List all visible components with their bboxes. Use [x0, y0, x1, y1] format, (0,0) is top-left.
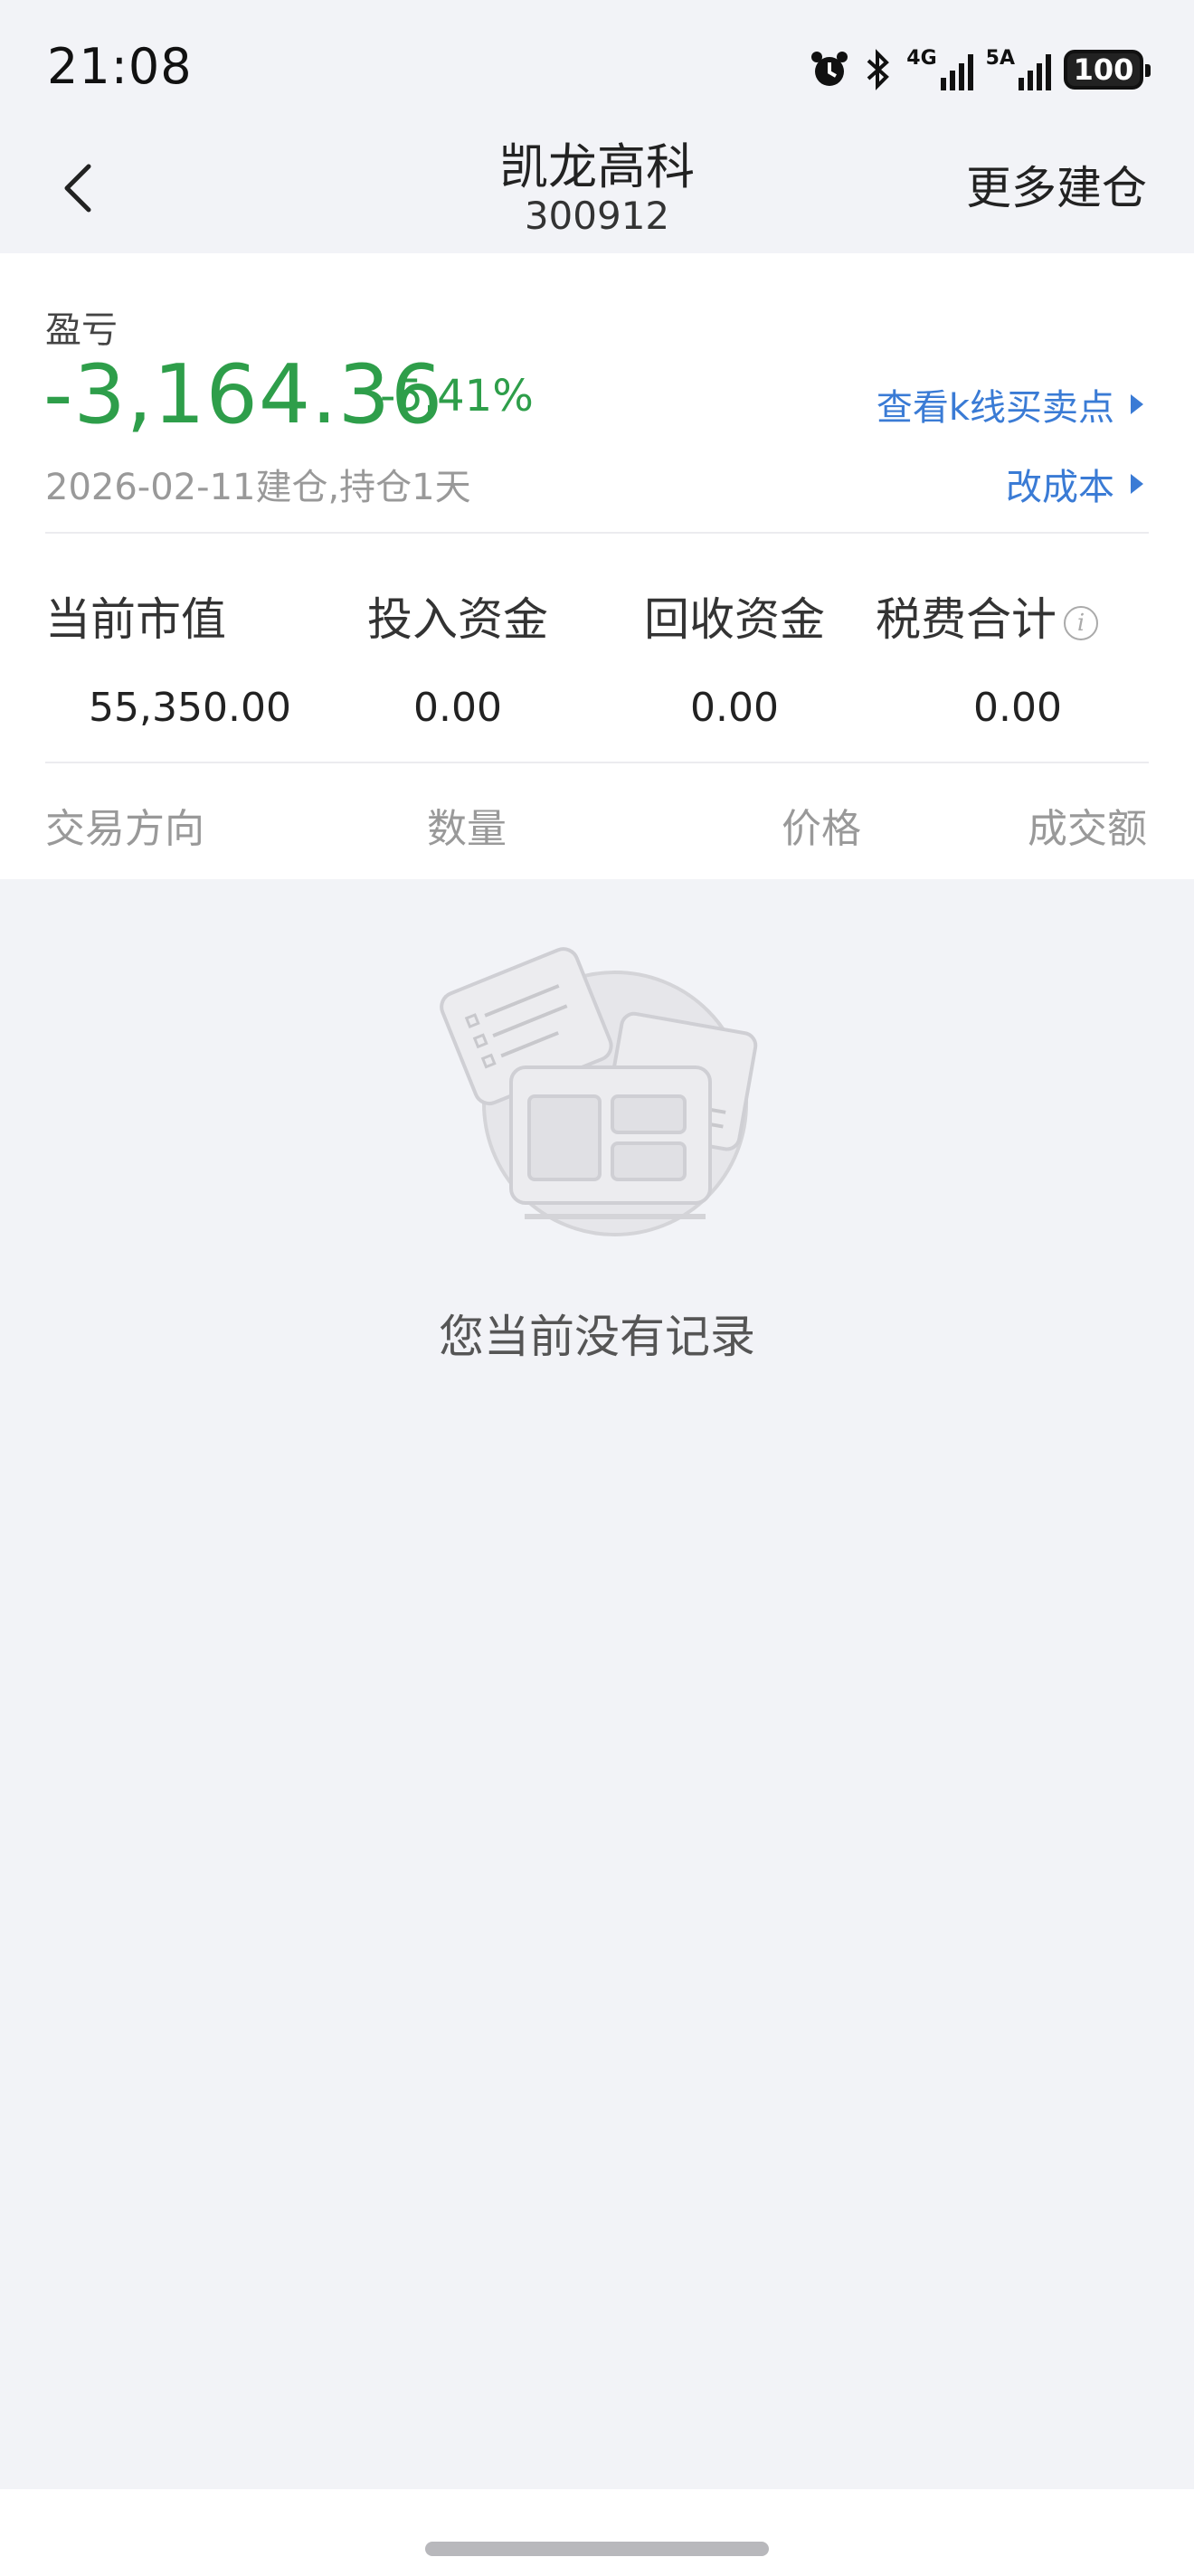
stat-value: 0.00 [413, 685, 502, 731]
status-time: 21:08 [47, 38, 193, 95]
header: 凯龙高科 300912 更多建仓 [0, 118, 1194, 253]
column-direction: 交易方向 [45, 806, 204, 852]
kline-points-label: 查看k线买卖点 [876, 387, 1114, 429]
stat-value: 0.00 [690, 685, 779, 731]
stat-fees: 税费合计 i 0.00 [876, 583, 1147, 731]
divider [45, 762, 1149, 763]
stat-label: 回收资金 [644, 593, 825, 646]
stat-recovered: 回收资金 0.00 [599, 583, 870, 731]
stats-row: 当前市值 55,350.00 投入资金 0.00 回收资金 0.00 税费合计 i… [0, 583, 1194, 731]
more-positions-button[interactable]: 更多建仓 [966, 152, 1147, 217]
signal-4g-icon: 4G [906, 47, 973, 90]
network-label-1: 4G [906, 47, 937, 70]
stat-invested: 投入资金 0.00 [322, 583, 593, 731]
info-icon[interactable]: i [1064, 605, 1098, 640]
battery-level: 100 [1073, 52, 1134, 87]
kline-points-link[interactable]: 查看k线买卖点 [877, 378, 1143, 431]
profit-loss-percent: -5.41% [380, 371, 534, 421]
column-quantity: 数量 [427, 806, 507, 852]
empty-records-icon [440, 947, 758, 1236]
status-icons: 4G 5A 100 [809, 47, 1151, 92]
status-bar: 21:08 4G 5A 100 [0, 0, 1194, 136]
signal-5a-icon: 5A [986, 49, 1051, 90]
battery-icon: 100 [1064, 50, 1151, 90]
stat-value: 55,350.00 [89, 685, 291, 731]
alarm-icon [811, 52, 848, 86]
change-cost-label: 改成本 [1006, 467, 1114, 508]
divider [45, 532, 1149, 534]
profit-loss-label: 盈亏 [45, 309, 118, 351]
change-cost-link[interactable]: 改成本 [1006, 458, 1143, 510]
stat-label: 税费合计 [876, 593, 1057, 646]
column-amount: 成交额 [1028, 806, 1147, 852]
triangle-right-icon [1131, 474, 1143, 494]
position-card: 盈亏 -3,164.36 -5.41% 2026-02-11建仓,持仓1天 查看… [0, 253, 1194, 879]
column-price: 价格 [782, 806, 861, 852]
table-header: 交易方向 数量 价格 成交额 [0, 796, 1194, 868]
stat-label: 当前市值 [45, 593, 226, 646]
home-indicator[interactable] [425, 2542, 769, 2556]
network-label-2: 5A [985, 47, 1015, 70]
stat-value: 0.00 [973, 685, 1062, 731]
stat-label: 投入资金 [367, 593, 548, 646]
stat-label-row: 税费合计 i [876, 583, 1147, 649]
bottom-safe-area [0, 2489, 1194, 2576]
empty-state-text: 您当前没有记录 [439, 1311, 755, 1363]
stat-market-value: 当前市值 55,350.00 [45, 583, 317, 731]
position-date-info: 2026-02-11建仓,持仓1天 [45, 467, 471, 508]
triangle-right-icon [1131, 394, 1143, 414]
bluetooth-icon [867, 49, 890, 90]
